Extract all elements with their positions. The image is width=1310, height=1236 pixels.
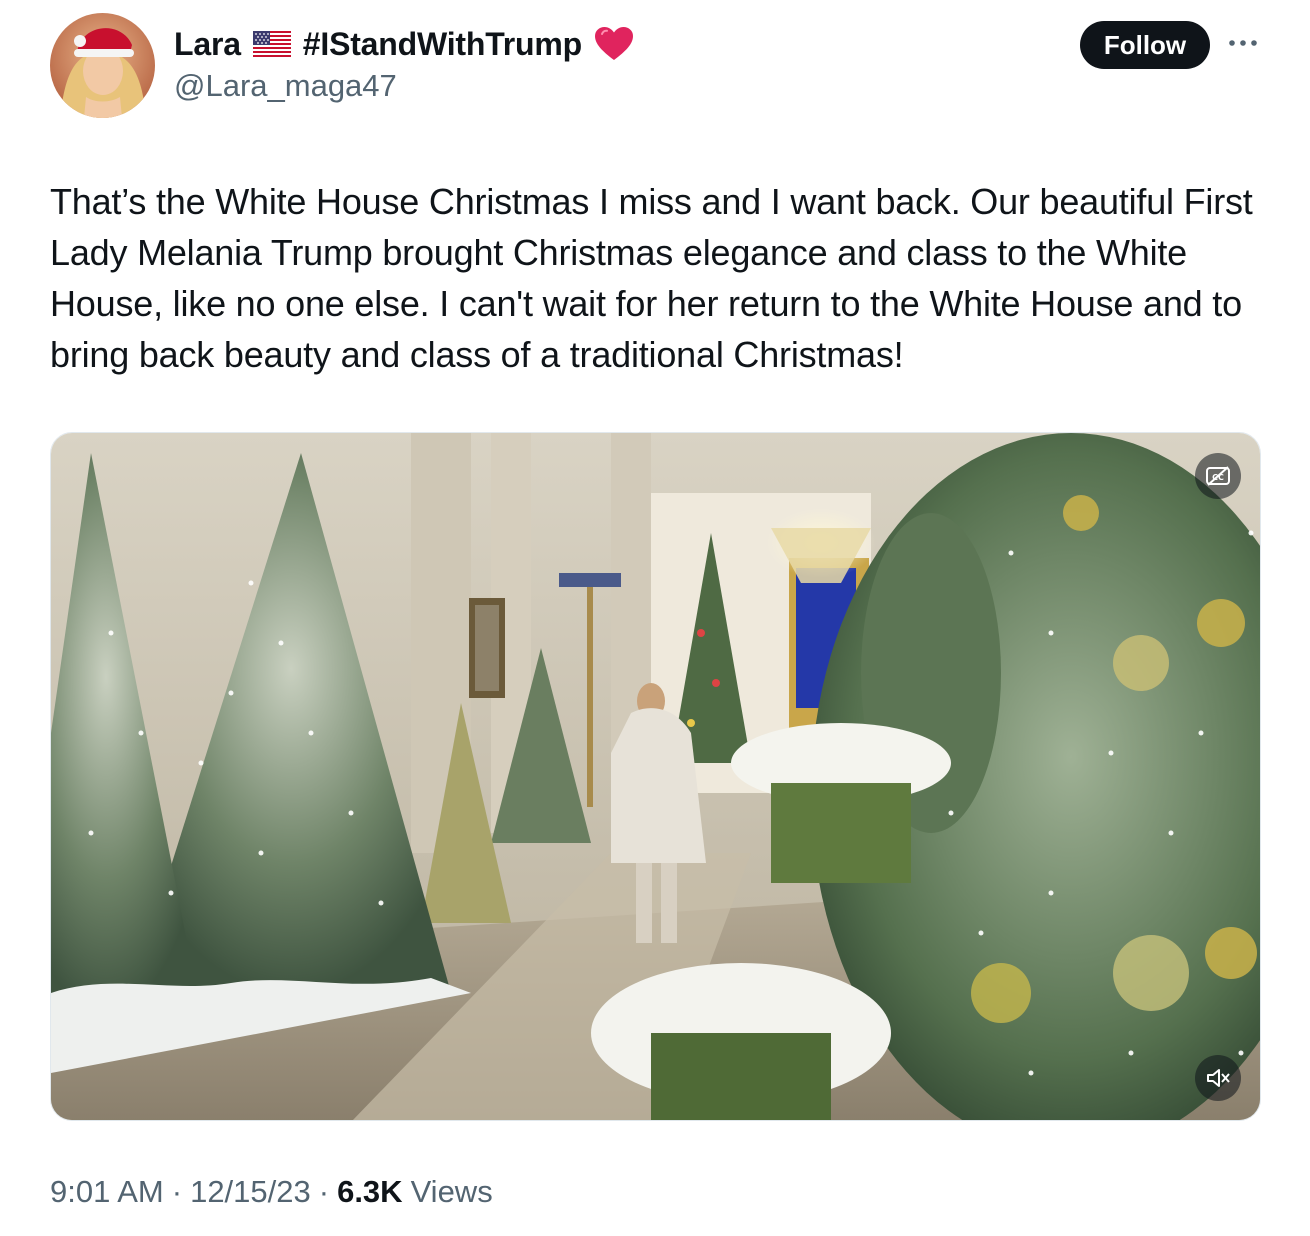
follow-button[interactable]: Follow (1080, 21, 1210, 69)
name-row: Lara #IStandWithTrump (174, 22, 634, 66)
separator: · (318, 1174, 330, 1209)
volume-muted-icon[interactable] (1195, 1055, 1241, 1101)
hashtag-name[interactable]: #IStandWithTrump (303, 26, 582, 63)
tweet-time[interactable]: 9:01 AM (50, 1174, 164, 1210)
avatar-image (50, 13, 155, 118)
tweet-date[interactable]: 12/15/23 (190, 1174, 311, 1210)
captions-off-icon[interactable]: CC (1195, 453, 1241, 499)
author-header: Lara #IStandWithTrump @Lara_maga47 (174, 22, 634, 104)
tweet-card: Lara #IStandWithTrump @Lara_maga47 Follo… (0, 0, 1310, 1236)
avatar[interactable] (50, 13, 155, 118)
user-handle[interactable]: @Lara_maga47 (174, 68, 634, 104)
video-player[interactable]: CC (50, 432, 1261, 1121)
tweet-meta: 9:01 AM · 12/15/23 · 6.3K Views (50, 1174, 493, 1210)
separator: · (171, 1174, 183, 1209)
display-name[interactable]: Lara (174, 26, 241, 63)
views-label: Views (410, 1174, 493, 1209)
video-frame (51, 433, 1260, 1120)
tweet-text: That’s the White House Christmas I miss … (50, 181, 1253, 375)
us-flag-icon (252, 31, 291, 57)
views-count: 6.3K (337, 1174, 403, 1209)
red-heart-icon (594, 26, 634, 62)
more-dots-icon[interactable] (1226, 28, 1262, 58)
